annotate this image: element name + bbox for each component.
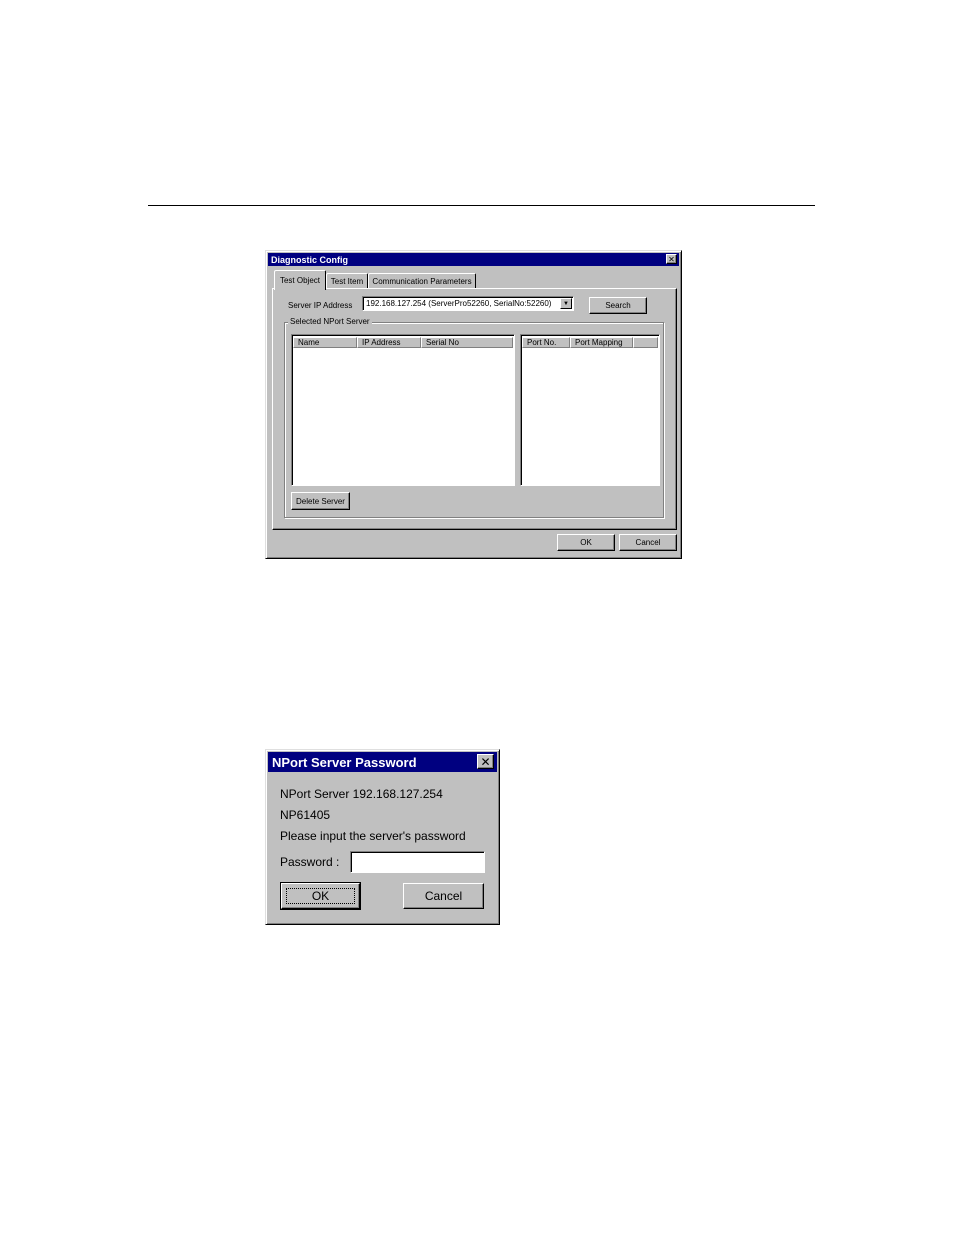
column-header-serial-no[interactable]: Serial No [421, 337, 513, 348]
tab-label: Test Object [279, 276, 320, 285]
chevron-down-icon[interactable]: ▼ [560, 298, 572, 309]
nport-password-dialog: NPort Server Password ✕ NPort Server 192… [265, 749, 500, 925]
ok-button-label: OK [580, 538, 592, 547]
password-title: NPort Server Password [272, 754, 417, 770]
cancel-button[interactable]: Cancel [619, 534, 677, 551]
password-cancel-label: Cancel [424, 889, 463, 903]
search-button-label: Search [605, 301, 631, 310]
column-header-port-mapping[interactable]: Port Mapping [570, 337, 633, 348]
password-field[interactable] [350, 851, 485, 873]
column-header-port-no[interactable]: Port No. [522, 337, 570, 348]
prompt-text: Please input the server's password [280, 829, 466, 843]
server-ip-label: Server IP Address [288, 301, 353, 310]
tab-label: Communication Parameters [372, 277, 472, 286]
password-label: Password : [280, 855, 340, 869]
delete-server-label: Delete Server [296, 496, 345, 506]
close-icon[interactable]: ✕ [666, 254, 677, 264]
diagnostic-config-dialog: Diagnostic Config ✕ Test Object Test Ite… [265, 250, 682, 559]
server-ip-select[interactable]: 192.168.127.254 (ServerPro52260, SerialN… [362, 296, 574, 311]
column-header-label: Serial No [426, 338, 459, 347]
column-header-label: IP Address [362, 338, 401, 347]
column-header-empty [633, 337, 658, 348]
column-header-label: Name [298, 338, 320, 347]
tab-test-object[interactable]: Test Object [274, 270, 326, 290]
server-line: NPort Server 192.168.127.254 [280, 787, 443, 801]
cancel-button-label: Cancel [635, 538, 661, 547]
server-ip-value: 192.168.127.254 (ServerPro52260, SerialN… [366, 299, 552, 308]
tab-label: Test Item [330, 277, 364, 286]
password-cancel-button[interactable]: Cancel [403, 883, 484, 909]
delete-server-button[interactable]: Delete Server [291, 492, 350, 510]
ok-button[interactable]: OK [557, 534, 615, 551]
page-rule [148, 205, 815, 206]
password-ok-button[interactable]: OK [280, 882, 361, 910]
port-list[interactable]: Port No. Port Mapping [520, 334, 660, 486]
search-button[interactable]: Search [589, 297, 647, 314]
tab-test-item[interactable]: Test Item [326, 273, 368, 289]
model-line: NP61405 [280, 808, 331, 822]
password-ok-label: OK [311, 889, 330, 903]
group-title: Selected NPort Server [288, 317, 372, 326]
diagnostic-title: Diagnostic Config [271, 254, 348, 265]
diagnostic-title-bar: Diagnostic Config ✕ [268, 253, 679, 266]
server-list[interactable]: Name IP Address Serial No [291, 334, 515, 486]
password-title-bar: NPort Server Password ✕ [268, 752, 497, 772]
column-header-ip-address[interactable]: IP Address [357, 337, 421, 348]
column-header-label: Port No. [527, 338, 557, 347]
column-header-name[interactable]: Name [293, 337, 357, 348]
tab-communication-parameters[interactable]: Communication Parameters [368, 273, 476, 289]
close-icon[interactable]: ✕ [477, 754, 494, 769]
column-header-label: Port Mapping [575, 338, 623, 347]
